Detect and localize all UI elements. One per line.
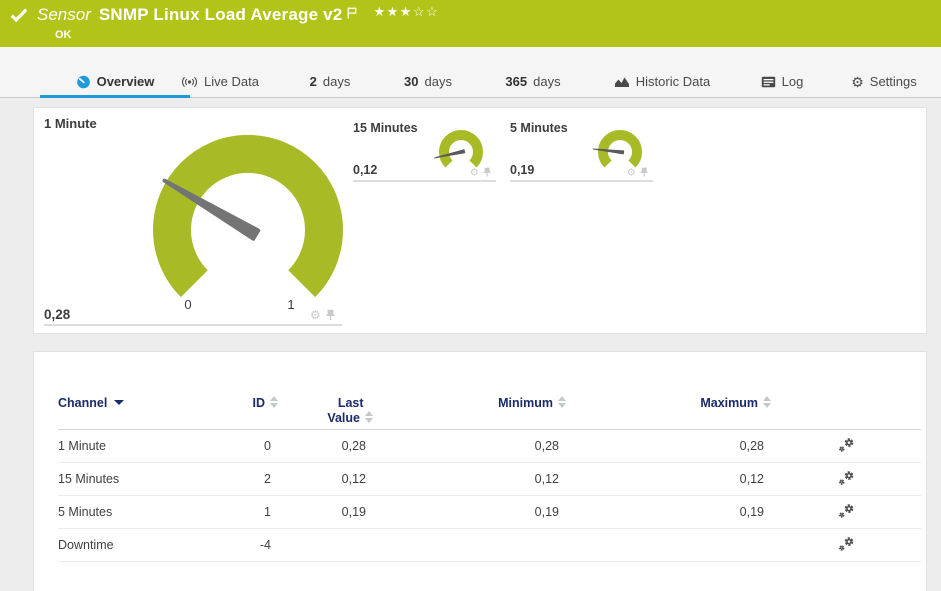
- sensor-header: Sensor SNMP Linux Load Average v2 ★★★☆☆ …: [0, 0, 941, 47]
- gauge-min-label: 0: [184, 297, 191, 312]
- gear-icon: ⚙: [851, 73, 864, 90]
- id-cell: 0: [218, 429, 279, 463]
- maximum-cell: [567, 528, 772, 562]
- gauge-5-minutes-label: 5 Minutes: [510, 121, 568, 135]
- id-cell: 2: [218, 462, 279, 496]
- tab-settings[interactable]: ⚙ Settings: [842, 66, 926, 97]
- tab-label: Historic Data: [635, 74, 711, 89]
- sort-icon: [558, 396, 567, 408]
- gauge-max-label: 1: [287, 297, 294, 312]
- tab-number: 365: [505, 74, 528, 89]
- channels-table: Channel ID Last Value Minimum Maximum 1 …: [58, 388, 921, 562]
- gauge-arc: [153, 134, 343, 298]
- table-row: Downtime -4: [58, 528, 921, 562]
- gauge-1-minute-value: 0,28: [44, 307, 71, 322]
- tab-historic-data[interactable]: Historic Data: [606, 66, 718, 97]
- channel-settings-icon[interactable]: [838, 437, 855, 456]
- gauge-5-minutes-value: 0,19: [510, 163, 535, 177]
- column-header-actions: [772, 388, 921, 430]
- tab-number: 2: [309, 74, 317, 89]
- id-cell: 1: [218, 495, 279, 529]
- priority-flag-icon[interactable]: [347, 6, 357, 24]
- gauge-settings-icon[interactable]: ⚙: [310, 309, 321, 321]
- table-row: 1 Minute 0 0,28 0,28 0,28: [58, 429, 921, 463]
- pin-icon[interactable]: [326, 309, 335, 321]
- broadcast-icon: [182, 76, 197, 87]
- gauge-15-minutes-value: 0,12: [353, 163, 378, 177]
- tab-label: Overview: [96, 74, 155, 89]
- last-value-cell: 0,19: [279, 495, 374, 529]
- gauge-icon: [76, 75, 90, 88]
- gauge-footer-divider: [44, 324, 342, 326]
- column-header-channel[interactable]: Channel: [58, 388, 218, 430]
- channel-cell: 15 Minutes: [58, 462, 218, 496]
- last-value-cell: [279, 528, 374, 562]
- maximum-cell: 0,19: [567, 495, 772, 529]
- gauge-footer-icons: ⚙: [470, 167, 491, 177]
- sort-icon: [365, 411, 374, 423]
- minimum-cell: [374, 528, 567, 562]
- tab-bar: Overview Live Data 2 days 30 days 365 da…: [0, 47, 941, 98]
- table-header-row: Channel ID Last Value Minimum Maximum: [58, 388, 921, 430]
- minimum-cell: 0,28: [374, 429, 567, 463]
- gauge-1-minute-label: 1 Minute: [44, 116, 97, 131]
- minimum-cell: 0,12: [374, 462, 567, 496]
- gauge-settings-icon[interactable]: ⚙: [627, 167, 636, 177]
- last-value-cell: 0,28: [279, 429, 374, 463]
- sensor-title-row: Sensor SNMP Linux Load Average v2 ★★★☆☆: [10, 4, 439, 25]
- gauges-panel: 1 Minute 0 1 0,28 ⚙ 15 Minutes 0,12 ⚙ 5 …: [33, 107, 927, 334]
- tab-365-days[interactable]: 365 days: [490, 66, 576, 97]
- pin-icon[interactable]: [483, 167, 491, 177]
- id-cell: -4: [218, 528, 279, 562]
- column-header-id[interactable]: ID: [218, 388, 279, 430]
- table-row: 15 Minutes 2 0,12 0,12 0,12: [58, 462, 921, 496]
- column-header-minimum[interactable]: Minimum: [374, 388, 567, 430]
- gauge-footer-icons: ⚙: [310, 309, 335, 321]
- tab-label: Settings: [869, 74, 917, 89]
- tab-overview[interactable]: Overview: [40, 66, 190, 98]
- column-header-maximum[interactable]: Maximum: [567, 388, 772, 430]
- tab-2-days[interactable]: 2 days: [296, 66, 364, 97]
- gauge-footer-icons: ⚙: [627, 167, 648, 177]
- sort-icon: [763, 396, 772, 408]
- status-badge: OK: [55, 29, 72, 41]
- pin-icon[interactable]: [640, 167, 648, 177]
- tab-label: Live Data: [204, 74, 259, 89]
- area-chart-icon: [614, 77, 629, 87]
- channel-cell: Downtime: [58, 528, 218, 562]
- tab-live-data[interactable]: Live Data: [172, 66, 268, 97]
- status-check-icon: [10, 8, 28, 23]
- gauge-footer-divider: [510, 180, 653, 182]
- column-header-last-value[interactable]: Last Value: [279, 388, 374, 430]
- tab-label: days: [424, 74, 452, 89]
- tab-number: 30: [404, 74, 419, 89]
- gauge-arc: [439, 129, 483, 168]
- channel-settings-icon[interactable]: [838, 536, 855, 555]
- gauge-footer-divider: [353, 180, 496, 182]
- page-title: SNMP Linux Load Average v2: [98, 5, 343, 24]
- maximum-cell: 0,12: [567, 462, 772, 496]
- table-row: 5 Minutes 1 0,19 0,19 0,19: [58, 495, 921, 529]
- gauge-15-minutes-label: 15 Minutes: [353, 121, 418, 135]
- channel-settings-icon[interactable]: [838, 470, 855, 489]
- maximum-cell: 0,28: [567, 429, 772, 463]
- channel-cell: 1 Minute: [58, 429, 218, 463]
- last-value-cell: 0,12: [279, 462, 374, 496]
- sort-desc-icon: [114, 400, 125, 405]
- channel-settings-icon[interactable]: [838, 503, 855, 522]
- object-kind-label: Sensor: [37, 5, 91, 24]
- tab-log[interactable]: Log: [750, 66, 814, 97]
- priority-stars[interactable]: ★★★☆☆: [373, 4, 439, 20]
- tab-label: days: [533, 74, 561, 89]
- gauge-1-minute[interactable]: 0 1: [148, 130, 348, 330]
- log-icon: [761, 76, 775, 87]
- tab-label: days: [322, 74, 351, 89]
- minimum-cell: 0,19: [374, 495, 567, 529]
- channels-panel: Channel ID Last Value Minimum Maximum 1 …: [33, 351, 927, 591]
- gauge-settings-icon[interactable]: ⚙: [470, 167, 479, 177]
- sort-icon: [270, 396, 279, 408]
- tab-label: Log: [781, 74, 804, 89]
- channel-cell: 5 Minutes: [58, 495, 218, 529]
- tab-30-days[interactable]: 30 days: [390, 66, 466, 97]
